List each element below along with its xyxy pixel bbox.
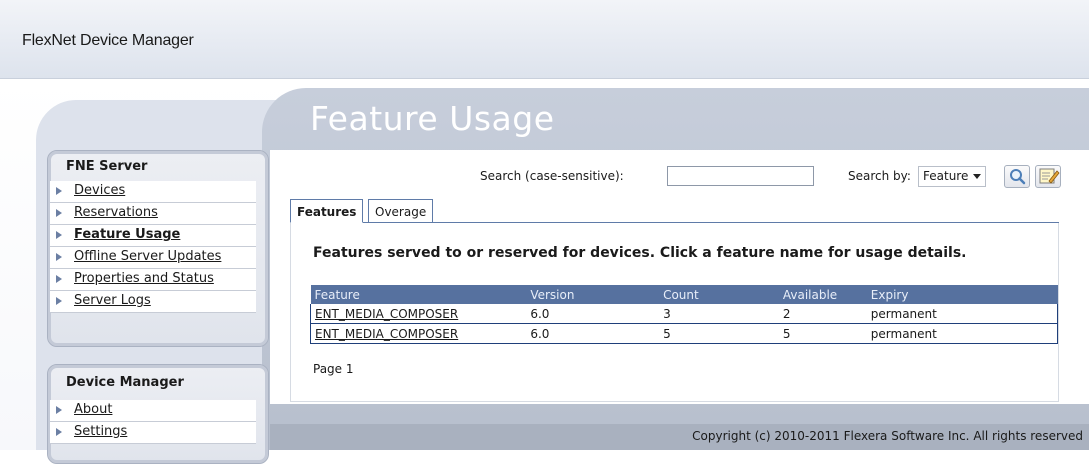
copyright-text: Copyright (c) 2010-2011 Flexera Software…	[692, 429, 1083, 443]
sidebar-item-label[interactable]: Reservations	[74, 205, 158, 220]
sidebar-item-label[interactable]: About	[74, 402, 112, 417]
sidebar-heading-fne-server: FNE Server	[66, 159, 148, 174]
sidebar-item-label[interactable]: Feature Usage	[74, 227, 180, 242]
search-by-select[interactable]: Feature	[918, 166, 986, 187]
edit-note-icon	[1039, 168, 1060, 184]
arrow-right-icon	[56, 253, 62, 261]
search-by-value: Feature	[923, 169, 969, 183]
feature-link[interactable]: ENT_MEDIA_COMPOSER	[315, 307, 458, 321]
arrow-right-icon	[56, 275, 62, 283]
sidebar-item-server-logs[interactable]: Server Logs	[50, 291, 256, 313]
sidebar-item-label[interactable]: Properties and Status	[74, 271, 214, 286]
table-description: Features served to or reserved for devic…	[313, 245, 967, 261]
tab-features[interactable]: Features	[290, 199, 364, 223]
column-header-available[interactable]: Available	[778, 285, 867, 304]
arrow-right-icon	[56, 231, 62, 239]
column-header-count[interactable]: Count	[659, 285, 779, 304]
sidebar-item-label[interactable]: Offline Server Updates	[74, 249, 221, 264]
app-title: FlexNet Device Manager	[22, 32, 194, 49]
column-header-feature[interactable]: Feature	[310, 285, 527, 304]
expiry-cell: permanent	[866, 323, 1058, 344]
arrow-right-icon	[56, 297, 62, 305]
table-row: ENT_MEDIA_COMPOSER 6.0 3 2 permanent	[310, 304, 1058, 324]
available-cell: 5	[778, 323, 867, 344]
sidebar-item-label[interactable]: Server Logs	[74, 293, 151, 308]
column-header-version[interactable]: Version	[526, 285, 660, 304]
arrow-right-icon	[56, 209, 62, 217]
search-label: Search (case-sensitive):	[480, 169, 624, 183]
count-cell: 5	[659, 323, 779, 344]
version-cell: 6.0	[526, 323, 660, 344]
table-header-row: Feature Version Count Available Expiry	[310, 285, 1058, 304]
sidebar-item-properties-and-status[interactable]: Properties and Status	[50, 269, 256, 291]
feature-link[interactable]: ENT_MEDIA_COMPOSER	[315, 327, 458, 341]
sidebar-item-reservations[interactable]: Reservations	[50, 203, 256, 225]
count-cell: 3	[659, 304, 779, 324]
device-manager-nav: About Settings	[50, 400, 256, 444]
search-input[interactable]	[667, 166, 814, 186]
feature-cell: ENT_MEDIA_COMPOSER	[310, 323, 527, 344]
sidebar-item-label[interactable]: Settings	[74, 424, 127, 439]
feature-table: Feature Version Count Available Expiry E…	[310, 285, 1058, 344]
search-button[interactable]	[1004, 165, 1030, 188]
app-header: FlexNet Device Manager	[0, 0, 1089, 79]
sidebar-item-label[interactable]: Devices	[74, 183, 125, 198]
sidebar-heading-device-manager: Device Manager	[66, 375, 184, 390]
sidebar-item-about[interactable]: About	[50, 400, 256, 422]
fne-server-nav: Devices Reservations Feature Usage Offli…	[50, 181, 256, 313]
sidebar-item-feature-usage[interactable]: Feature Usage	[50, 225, 256, 247]
arrow-right-icon	[56, 406, 62, 414]
footer: Copyright (c) 2010-2011 Flexera Software…	[270, 424, 1089, 450]
column-header-expiry[interactable]: Expiry	[866, 285, 1058, 304]
feature-cell: ENT_MEDIA_COMPOSER	[310, 304, 527, 324]
page-title: Feature Usage	[310, 99, 555, 138]
version-cell: 6.0	[526, 304, 660, 324]
table-row: ENT_MEDIA_COMPOSER 6.0 5 5 permanent	[310, 323, 1058, 344]
arrow-right-icon	[56, 187, 62, 195]
tab-overage[interactable]: Overage	[368, 199, 434, 223]
sidebar-item-offline-server-updates[interactable]: Offline Server Updates	[50, 247, 256, 269]
available-cell: 2	[778, 304, 867, 324]
expiry-cell: permanent	[866, 304, 1058, 324]
search-by-label: Search by:	[848, 169, 911, 183]
arrow-right-icon	[56, 428, 62, 436]
sidebar-item-devices[interactable]: Devices	[50, 181, 256, 203]
sidebar-item-settings[interactable]: Settings	[50, 422, 256, 444]
edit-button[interactable]	[1035, 165, 1061, 188]
magnifier-icon	[1010, 169, 1026, 185]
chevron-down-icon	[973, 174, 981, 179]
pager: Page 1	[313, 362, 354, 376]
